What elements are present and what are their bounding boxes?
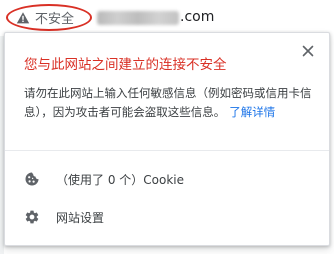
site-settings-row[interactable]: 网站设置 <box>5 202 329 232</box>
domain-suffix: .com <box>180 9 215 25</box>
security-status-chip[interactable]: 不安全 <box>6 4 92 31</box>
redacted-domain <box>97 11 179 25</box>
close-icon <box>302 45 314 57</box>
cookies-row[interactable]: （使用了 0 个）Cookie <box>5 164 329 194</box>
security-status-label: 不安全 <box>35 12 75 27</box>
close-button[interactable] <box>300 43 316 59</box>
cookies-label: （使用了 0 个）Cookie <box>56 172 184 187</box>
warning-description: 请勿在此网站上输入任何敏感信息（例如密码或信用卡信息），因为攻击者可能会盗取这些… <box>24 84 314 122</box>
learn-more-link[interactable]: 了解详情 <box>229 105 275 119</box>
address-bar[interactable]: 不安全 .com <box>0 0 334 36</box>
cookie-icon <box>24 171 40 187</box>
bubble-title: 您与此网站之间建立的连接不安全 <box>24 57 227 73</box>
page-info-bubble: 您与此网站之间建立的连接不安全 请勿在此网站上输入任何敏感信息（例如密码或信用卡… <box>4 32 330 246</box>
site-settings-label: 网站设置 <box>56 210 105 225</box>
warning-triangle-icon <box>16 11 30 25</box>
gear-icon <box>24 209 40 225</box>
divider <box>5 150 329 151</box>
